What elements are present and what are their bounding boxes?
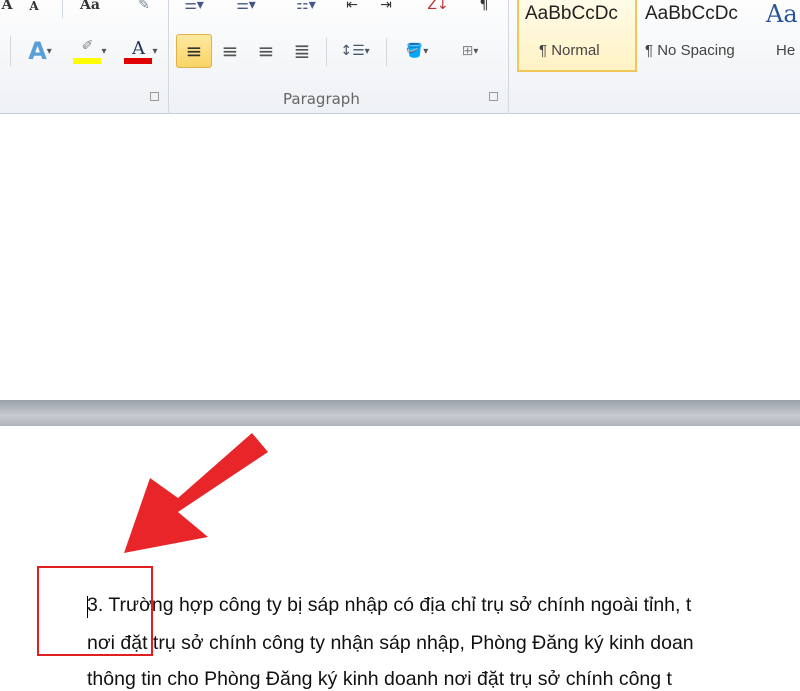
highlight-box [37, 566, 153, 656]
red-arrow-icon [124, 433, 268, 553]
